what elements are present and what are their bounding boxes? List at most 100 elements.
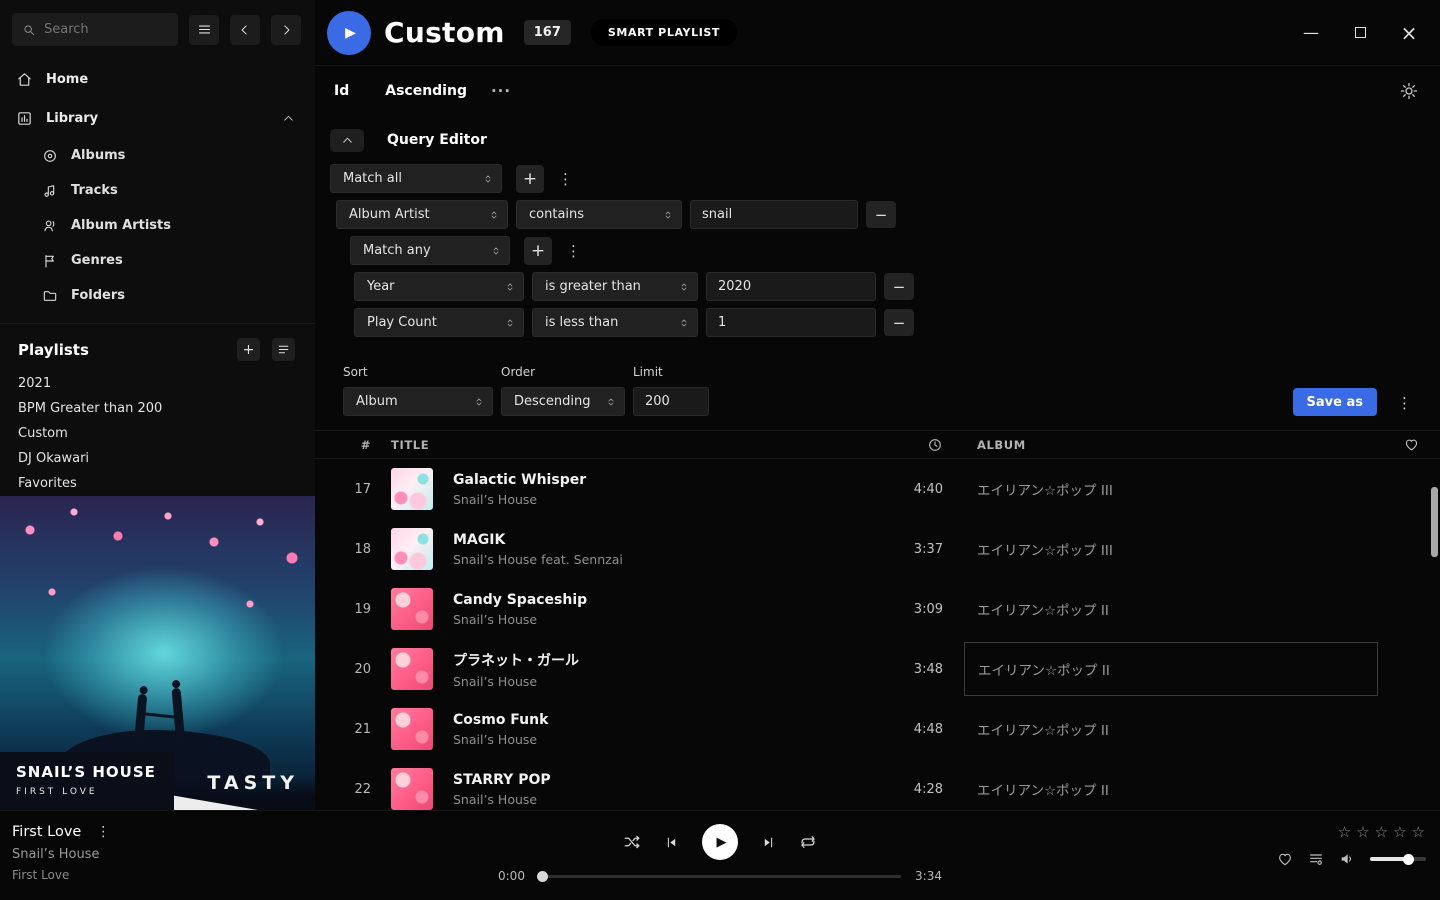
rating-stars[interactable]: ☆ ☆ ☆ ☆ ☆ (1338, 823, 1426, 841)
table-row[interactable]: 20 プラネット・ガール Snail’s House 3:48 エイリアン☆ポッ… (315, 639, 1440, 699)
favorite-button[interactable] (1277, 851, 1293, 867)
rule-value-input[interactable] (706, 272, 876, 301)
save-as-button[interactable]: Save as (1293, 388, 1377, 416)
rule-field-select[interactable]: Play Count (354, 308, 524, 337)
star-icon[interactable]: ☆ (1356, 823, 1370, 841)
playlist-item[interactable]: DJ Okawari (0, 446, 315, 471)
remove-rule-button[interactable]: − (866, 201, 896, 228)
sidebar-item-tracks[interactable]: Tracks (0, 173, 315, 208)
play-pause-button[interactable]: ▶ (702, 824, 738, 860)
chevron-up-icon (282, 112, 295, 125)
menu-button[interactable] (189, 15, 219, 45)
playlist-item[interactable]: Custom (0, 421, 315, 446)
playlist-item[interactable]: Favorites (0, 471, 315, 496)
sort-more-button[interactable]: ··· (491, 82, 511, 100)
maximize-icon (1355, 27, 1366, 38)
scrollbar-thumb[interactable] (1431, 487, 1438, 557)
rule-value-input[interactable] (690, 200, 858, 229)
volume-handle[interactable] (1403, 854, 1414, 865)
app-window: Home Library Albums Tracks Album Artists (0, 0, 1440, 900)
remove-rule-button[interactable]: − (884, 273, 914, 300)
hamburger-icon (197, 22, 212, 37)
column-album[interactable]: ALBUM (977, 438, 1383, 452)
chevron-right-icon (279, 23, 293, 37)
list-icon (277, 343, 290, 356)
group-menu-button[interactable]: ⋮ (552, 170, 579, 188)
add-playlist-button[interactable]: + (237, 338, 260, 361)
order-select[interactable]: Descending (501, 387, 625, 416)
settings-button[interactable] (1400, 82, 1418, 100)
remove-rule-button[interactable]: − (884, 309, 914, 336)
sidebar-item-home[interactable]: Home (0, 60, 315, 99)
table-row[interactable]: 17 Galactic Whisper Snail’s House 4:40 エ… (315, 459, 1440, 519)
queue-button[interactable] (1308, 851, 1324, 867)
select-updown-icon (504, 279, 516, 295)
add-rule-button[interactable]: + (524, 237, 552, 265)
search-box[interactable] (12, 13, 178, 46)
search-icon (22, 23, 36, 37)
close-button[interactable]: × (1400, 24, 1418, 42)
previous-track-button[interactable] (664, 835, 679, 850)
playlist-item[interactable]: 2021 (0, 371, 315, 396)
sort-toolbar: Id Ascending ··· (315, 66, 1440, 108)
search-input[interactable] (44, 22, 168, 37)
column-number[interactable]: # (361, 438, 371, 452)
table-row[interactable]: 21 Cosmo Funk Snail’s House 4:48 エイリアン☆ポ… (315, 699, 1440, 759)
playlist-list-button[interactable] (272, 338, 295, 361)
sidebar-item-folders[interactable]: Folders (0, 278, 315, 313)
sidebar-item-albums[interactable]: Albums (0, 138, 315, 173)
volume-slider[interactable] (1370, 857, 1426, 861)
next-track-button[interactable] (761, 835, 776, 850)
rule-operator-select[interactable]: is greater than (532, 272, 698, 301)
query-menu-button[interactable]: ⋮ (1391, 394, 1418, 416)
rule-field-select[interactable]: Year (354, 272, 524, 301)
table-row[interactable]: 22 STARRY POP Snail’s House 4:28 エイリアン☆ポ… (315, 759, 1440, 810)
match-type-select[interactable]: Match all (330, 164, 502, 193)
volume-button[interactable] (1339, 851, 1355, 867)
collapse-library-control[interactable] (282, 112, 295, 125)
main-content: ▶ Custom 167 SMART PLAYLIST — × Id Ascen… (315, 0, 1440, 810)
column-duration[interactable] (927, 437, 943, 453)
group-menu-button[interactable]: ⋮ (560, 242, 587, 260)
sidebar-item-genres[interactable]: Genres (0, 243, 315, 278)
rule-field-select[interactable]: Album Artist (336, 200, 508, 229)
playlist-item[interactable]: BPM Greater than 200 (0, 396, 315, 421)
column-favorite[interactable] (1404, 437, 1419, 452)
star-icon[interactable]: ☆ (1375, 823, 1389, 841)
back-button[interactable] (230, 15, 260, 45)
match-type-select[interactable]: Match any (350, 236, 510, 265)
add-rule-button[interactable]: + (516, 165, 544, 193)
shuffle-button[interactable] (623, 833, 641, 851)
table-row[interactable]: 19 Candy Spaceship Snail’s House 3:09 エイ… (315, 579, 1440, 639)
sort-select[interactable]: Album (343, 387, 493, 416)
seek-handle[interactable] (537, 871, 548, 882)
star-icon[interactable]: ☆ (1338, 823, 1352, 841)
star-icon[interactable]: ☆ (1393, 823, 1407, 841)
column-title[interactable]: TITLE (391, 438, 873, 452)
limit-input[interactable] (633, 387, 709, 416)
seek-slider[interactable] (539, 875, 901, 878)
star-icon[interactable]: ☆ (1412, 823, 1426, 841)
rule-operator-select[interactable]: contains (516, 200, 682, 229)
play-playlist-button[interactable]: ▶ (327, 11, 371, 55)
select-updown-icon (473, 394, 485, 410)
track-count-badge: 167 (524, 20, 571, 45)
shuffle-icon (623, 833, 641, 851)
repeat-button[interactable] (799, 833, 817, 851)
query-editor: Query Editor Match all + ⋮ Album Artist … (315, 108, 1440, 416)
minimize-button[interactable]: — (1302, 24, 1320, 42)
maximize-button[interactable] (1351, 24, 1369, 42)
rule-value-input[interactable] (706, 308, 876, 337)
rule-operator-select[interactable]: is less than (532, 308, 698, 337)
table-row[interactable]: 18 MAGIK Snail’s House feat. Sennzai 3:3… (315, 519, 1440, 579)
sort-direction-control[interactable]: Ascending (385, 83, 467, 99)
track-number: 21 (354, 722, 371, 737)
now-playing-menu-button[interactable]: ⋮ (96, 824, 110, 840)
sidebar-item-label: Tracks (71, 183, 118, 198)
track-album[interactable]: エイリアン☆ポップ II (964, 642, 1378, 696)
collapse-query-editor-button[interactable] (330, 129, 364, 152)
forward-button[interactable] (271, 15, 301, 45)
sidebar-item-library[interactable]: Library (0, 99, 315, 138)
sort-field-control[interactable]: Id (334, 83, 349, 99)
sidebar-item-album-artists[interactable]: Album Artists (0, 208, 315, 243)
